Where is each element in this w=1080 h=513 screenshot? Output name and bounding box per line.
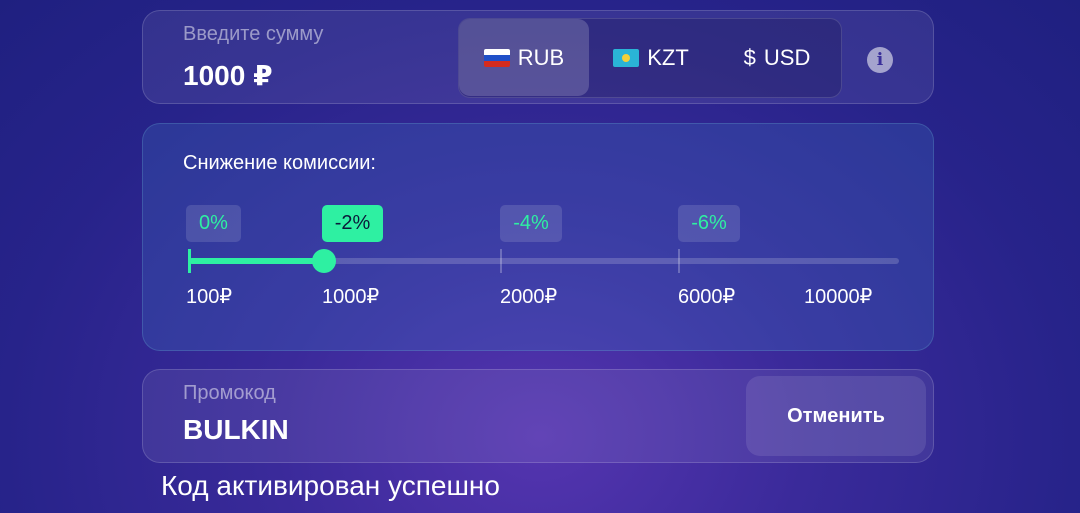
currency-usd-button[interactable]: $ USD [713, 19, 841, 96]
amount-input[interactable]: 1000 ₽ [183, 59, 273, 92]
commission-card: Снижение комиссии: 0% -2% -4% -6% 100₽ 1… [142, 123, 934, 351]
promo-card: Промокод BULKIN Отменить [142, 369, 934, 463]
discount-badge-0: 0% [186, 205, 241, 242]
dollar-icon: $ [743, 44, 756, 70]
commission-title: Снижение комиссии: [183, 152, 376, 174]
step-label-6000: 6000₽ [678, 286, 736, 308]
flag-kazakhstan-icon [613, 48, 640, 67]
currency-rub-button[interactable]: RUB [459, 19, 589, 96]
amount-card: Введите сумму 1000 ₽ RUB KZT $ USD i [142, 10, 934, 104]
amount-label: Введите сумму [183, 23, 324, 45]
slider-tick-start [188, 249, 191, 273]
info-icon[interactable]: i [867, 47, 893, 73]
discount-badge-4: -4% [500, 205, 562, 242]
currency-switch: RUB KZT $ USD [458, 18, 842, 98]
promo-label: Промокод [183, 382, 276, 404]
promo-input[interactable]: BULKIN [183, 414, 289, 446]
currency-kzt-button[interactable]: KZT [589, 19, 713, 96]
status-message: Код активирован успешно [161, 470, 500, 501]
slider-thumb[interactable] [312, 249, 336, 273]
step-label-100: 100₽ [186, 286, 233, 308]
cancel-button[interactable]: Отменить [746, 376, 926, 456]
discount-badge-6: -6% [678, 205, 740, 242]
slider-tick-6000 [678, 249, 680, 273]
discount-badge-2: -2% [322, 205, 383, 242]
currency-rub-label: RUB [517, 44, 565, 70]
step-label-1000: 1000₽ [322, 286, 380, 308]
flag-russia-icon [483, 48, 510, 67]
slider-fill [189, 258, 324, 264]
slider-tick-2000 [500, 249, 502, 273]
step-label-10000: 10000₽ [804, 286, 873, 308]
currency-usd-label: USD [763, 44, 811, 70]
step-label-2000: 2000₽ [500, 286, 558, 308]
currency-kzt-label: KZT [647, 44, 689, 70]
